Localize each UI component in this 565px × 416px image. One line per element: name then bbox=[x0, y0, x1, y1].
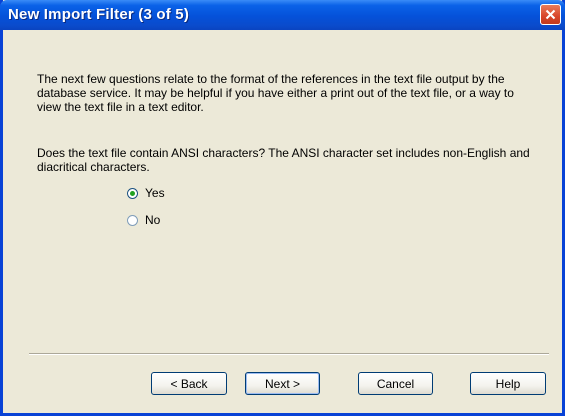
next-button[interactable]: Next > bbox=[245, 372, 320, 395]
radio-label-yes: Yes bbox=[145, 186, 165, 200]
dialog-title: New Import Filter (3 of 5) bbox=[8, 6, 190, 23]
dialog-content: The next few questions relate to the for… bbox=[3, 30, 562, 413]
radio-button-no[interactable] bbox=[127, 214, 138, 226]
import-filter-dialog: New Import Filter (3 of 5) The next few … bbox=[0, 0, 565, 416]
radio-option-yes[interactable]: Yes bbox=[127, 186, 165, 200]
close-icon bbox=[545, 9, 556, 20]
title-bar[interactable]: New Import Filter (3 of 5) bbox=[0, 0, 565, 30]
ansi-question-text: Does the text file contain ANSI characte… bbox=[37, 146, 530, 174]
help-button[interactable]: Help bbox=[470, 372, 546, 395]
radio-option-no[interactable]: No bbox=[127, 213, 160, 227]
button-separator bbox=[29, 353, 549, 355]
radio-button-yes[interactable] bbox=[127, 187, 138, 199]
back-button[interactable]: < Back bbox=[151, 372, 227, 395]
close-button[interactable] bbox=[540, 4, 561, 25]
radio-label-no: No bbox=[145, 213, 161, 227]
intro-text: The next few questions relate to the for… bbox=[37, 72, 514, 114]
cancel-button[interactable]: Cancel bbox=[358, 372, 433, 395]
